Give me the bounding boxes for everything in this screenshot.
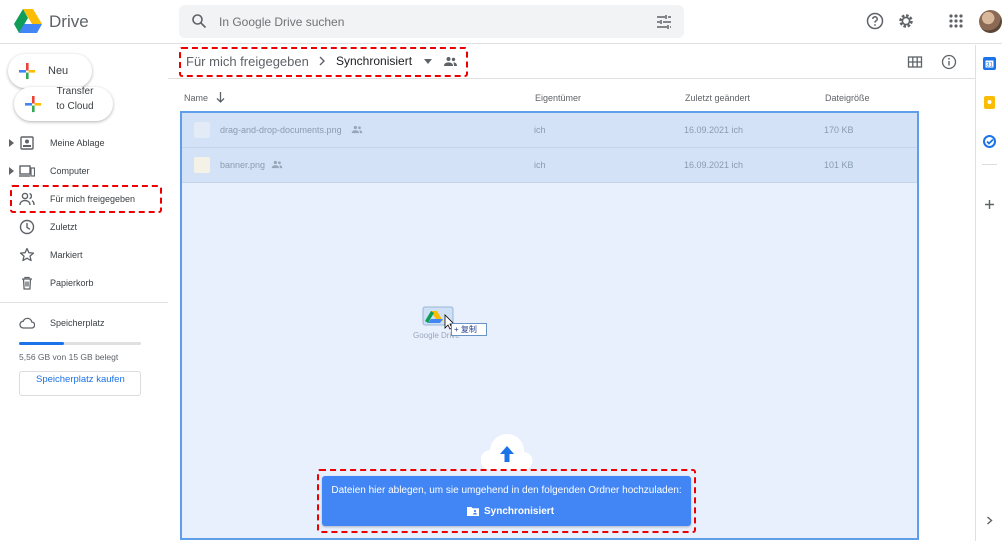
divider [0, 302, 168, 303]
top-bar: Drive In Google Drive suchen [0, 0, 1002, 44]
google-drive-logo[interactable] [14, 9, 42, 33]
sidebar-item-label: Computer [50, 166, 90, 176]
highlight-marker [10, 185, 162, 213]
buy-storage-label: Speicherplatz kaufen [36, 374, 125, 385]
trash-icon [22, 276, 32, 290]
star-icon [19, 247, 35, 262]
column-size[interactable]: Dateigröße [825, 93, 870, 103]
avatar[interactable] [979, 10, 1002, 33]
apps-icon[interactable] [947, 12, 965, 30]
settings-icon[interactable] [897, 12, 915, 30]
calendar-icon[interactable]: 31 [983, 57, 996, 70]
column-owner[interactable]: Eigentümer [535, 93, 581, 103]
file-owner: ich [534, 125, 546, 135]
file-size: 101 KB [824, 160, 854, 170]
storage-bar [19, 342, 141, 345]
my-drive-icon [20, 136, 34, 150]
info-icon[interactable] [941, 54, 957, 70]
sort-arrow-icon[interactable] [216, 92, 225, 103]
transfer-button-label: Transfer to Cloud [56, 87, 94, 112]
file-size: 170 KB [824, 125, 854, 135]
computer-icon [19, 165, 35, 177]
search-box[interactable]: In Google Drive suchen [179, 5, 684, 38]
sidebar-item-my-drive[interactable]: Meine Ablage [0, 130, 168, 156]
recent-icon [19, 219, 35, 235]
breadcrumb: Für mich freigegeben Synchronisiert [179, 46, 957, 78]
shared-icon [351, 125, 363, 134]
table-row[interactable]: banner.png ich 16.09.2021 ich 101 KB [182, 148, 917, 183]
copy-badge: + 复制 [451, 323, 487, 336]
shared-icon [271, 160, 283, 169]
sidebar-item-label: Markiert [50, 250, 83, 260]
search-options-icon[interactable] [656, 14, 672, 30]
side-panel: 31 [975, 45, 1002, 541]
cloud-icon [19, 317, 35, 329]
image-file-icon [194, 157, 210, 173]
tasks-icon[interactable] [983, 135, 996, 148]
table-row[interactable]: drag-and-drop-documents.png ich 16.09.20… [182, 113, 917, 148]
plus-icon [19, 63, 36, 80]
buy-storage-button[interactable]: Speicherplatz kaufen [19, 371, 141, 396]
column-name[interactable]: Name [184, 93, 208, 103]
image-file-icon [194, 122, 210, 138]
svg-text:31: 31 [986, 63, 993, 69]
app-title[interactable]: Drive [49, 12, 89, 32]
transfer-to-cloud-button[interactable]: Transfer to Cloud [14, 87, 113, 121]
keep-icon[interactable] [983, 96, 996, 109]
file-name: drag-and-drop-documents.png [220, 125, 342, 135]
grid-view-icon[interactable] [907, 54, 923, 70]
sidebar-item-label: Meine Ablage [50, 138, 105, 148]
chevron-right-icon[interactable] [983, 514, 996, 527]
storage-usage-text: 5,56 GB von 15 GB belegt [19, 352, 119, 362]
file-modified: 16.09.2021 ich [684, 160, 744, 170]
search-icon[interactable] [191, 13, 207, 29]
file-name: banner.png [220, 160, 266, 170]
column-modified[interactable]: Zuletzt geändert [685, 93, 750, 103]
highlight-marker [179, 47, 468, 77]
search-input[interactable]: In Google Drive suchen [219, 15, 344, 29]
highlight-marker [317, 469, 696, 533]
plus-icon [25, 96, 42, 113]
divider [168, 78, 975, 79]
sidebar-item-label: Papierkorb [50, 278, 94, 288]
add-icon[interactable] [983, 198, 996, 211]
file-modified: 16.09.2021 ich [684, 125, 744, 135]
storage-label: Speicherplatz [50, 318, 105, 328]
file-owner: ich [534, 160, 546, 170]
sidebar-item-computer[interactable]: Computer [0, 158, 168, 184]
storage-bar-fill [19, 342, 65, 345]
sidebar-item-storage[interactable]: Speicherplatz [0, 310, 168, 336]
expand-arrow-icon[interactable] [9, 139, 14, 147]
help-icon[interactable] [866, 12, 884, 30]
sidebar: Neu Transfer to Cloud Meine Ablage Compu… [0, 45, 168, 541]
sidebar-item-trash[interactable]: Papierkorb [0, 270, 168, 296]
new-button[interactable]: Neu [8, 54, 92, 88]
expand-arrow-icon[interactable] [9, 167, 14, 175]
sidebar-item-label: Zuletzt [50, 222, 78, 232]
upload-cloud-icon [481, 434, 533, 471]
divider [982, 164, 997, 165]
new-button-label: Neu [48, 65, 69, 77]
column-name-label: Name [184, 93, 209, 103]
file-list-header: Name Eigentümer Zuletzt geändert Dateigr… [180, 88, 920, 110]
sidebar-item-starred[interactable]: Markiert [0, 242, 168, 268]
sidebar-item-recent[interactable]: Zuletzt [0, 214, 168, 240]
